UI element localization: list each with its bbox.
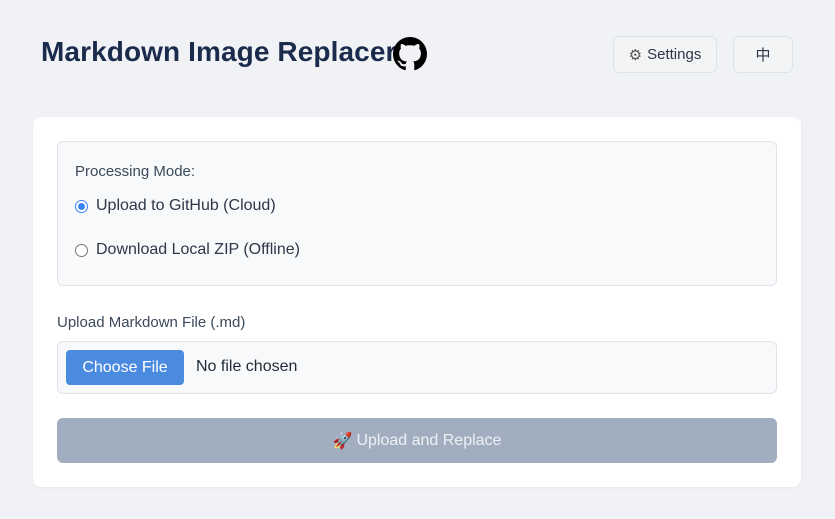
radio-download-zip[interactable]: Download Local ZIP (Offline) bbox=[75, 241, 300, 259]
gear-icon: ⚙ bbox=[628, 46, 643, 64]
language-label: 中 bbox=[755, 47, 771, 64]
main-card: Processing Mode: Upload to GitHub (Cloud… bbox=[33, 117, 801, 487]
file-input[interactable]: Choose File No file chosen bbox=[57, 341, 777, 394]
file-status-text: No file chosen bbox=[196, 358, 298, 375]
language-toggle-button[interactable]: 中 bbox=[733, 36, 793, 73]
file-upload-label: Upload Markdown File (.md) bbox=[57, 314, 246, 331]
page-title: Markdown Image Replacer bbox=[41, 36, 397, 67]
radio-button-unchecked[interactable] bbox=[75, 243, 88, 257]
settings-button[interactable]: ⚙ Settings bbox=[613, 36, 717, 73]
radio-upload-github[interactable]: Upload to GitHub (Cloud) bbox=[75, 197, 276, 215]
processing-mode-label: Processing Mode: bbox=[75, 163, 196, 180]
rocket-icon: 🚀 bbox=[332, 432, 353, 450]
github-icon[interactable] bbox=[393, 37, 427, 71]
settings-label: Settings bbox=[647, 46, 702, 63]
radio-upload-github-label: Upload to GitHub (Cloud) bbox=[96, 197, 276, 214]
radio-download-zip-label: Download Local ZIP (Offline) bbox=[96, 241, 300, 258]
app-header: Markdown Image Replacer ⚙ Settings 中 bbox=[0, 0, 835, 110]
choose-file-button[interactable]: Choose File bbox=[66, 350, 184, 385]
upload-and-replace-label: Upload and Replace bbox=[356, 431, 502, 449]
processing-mode-group: Processing Mode: Upload to GitHub (Cloud… bbox=[57, 141, 777, 286]
upload-and-replace-button[interactable]: 🚀 Upload and Replace bbox=[57, 418, 777, 463]
radio-button-checked[interactable] bbox=[75, 199, 88, 213]
